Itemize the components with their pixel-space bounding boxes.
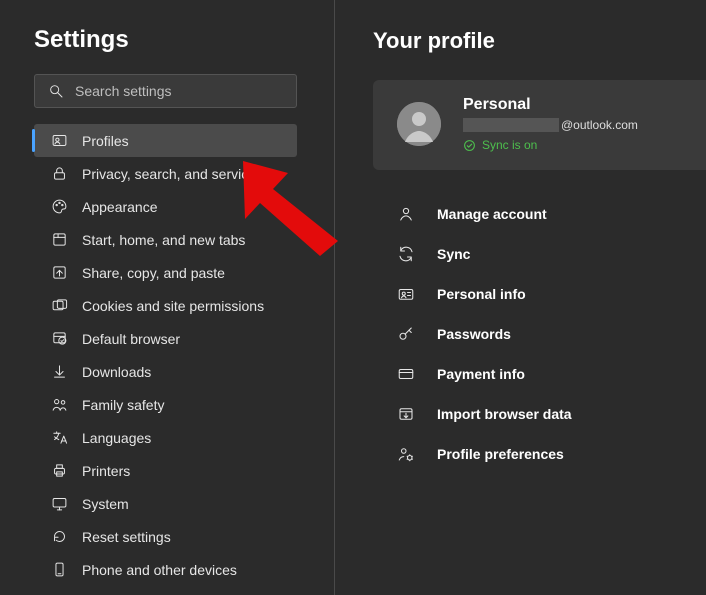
sidebar-item-privacy[interactable]: Privacy, search, and services bbox=[34, 157, 297, 190]
action-label: Profile preferences bbox=[437, 446, 564, 462]
avatar bbox=[397, 102, 441, 146]
profile-name: Personal bbox=[463, 96, 638, 114]
sidebar-item-label: Default browser bbox=[82, 331, 180, 347]
action-passwords[interactable]: Passwords bbox=[397, 314, 706, 354]
system-icon bbox=[50, 495, 68, 513]
action-manage-account[interactable]: Manage account bbox=[397, 194, 706, 234]
action-label: Manage account bbox=[437, 206, 547, 222]
profile-email: @outlook.com bbox=[463, 118, 638, 132]
sidebar-item-label: Appearance bbox=[82, 199, 158, 215]
sidebar-item-languages[interactable]: Languages bbox=[34, 421, 297, 454]
profile-card: Personal @outlook.com Sync is on bbox=[373, 80, 706, 170]
sidebar-item-label: System bbox=[82, 496, 129, 512]
sidebar-item-label: Reset settings bbox=[82, 529, 171, 545]
id-card-icon bbox=[397, 285, 415, 303]
default-browser-icon bbox=[50, 330, 68, 348]
lock-icon bbox=[50, 165, 68, 183]
sidebar-item-profiles[interactable]: Profiles bbox=[34, 124, 297, 157]
action-label: Import browser data bbox=[437, 406, 572, 422]
action-import-browser-data[interactable]: Import browser data bbox=[397, 394, 706, 434]
search-input[interactable] bbox=[34, 74, 297, 108]
sidebar-item-label: Profiles bbox=[82, 133, 129, 149]
sidebar-item-phone[interactable]: Phone and other devices bbox=[34, 553, 297, 586]
sidebar-item-reset[interactable]: Reset settings bbox=[34, 520, 297, 553]
redacted-email-local bbox=[463, 118, 559, 132]
appearance-icon bbox=[50, 198, 68, 216]
sidebar-item-label: Printers bbox=[82, 463, 130, 479]
action-personal-info[interactable]: Personal info bbox=[397, 274, 706, 314]
sidebar-item-appearance[interactable]: Appearance bbox=[34, 190, 297, 223]
settings-sidebar: Settings Profiles Privacy, search, and s… bbox=[0, 0, 335, 595]
sync-status: Sync is on bbox=[463, 138, 638, 152]
sidebar-item-label: Languages bbox=[82, 430, 151, 446]
sidebar-item-label: Share, copy, and paste bbox=[82, 265, 225, 281]
sidebar-item-printers[interactable]: Printers bbox=[34, 454, 297, 487]
cookies-icon bbox=[50, 297, 68, 315]
sidebar-item-start-home[interactable]: Start, home, and new tabs bbox=[34, 223, 297, 256]
sync-icon bbox=[397, 245, 415, 263]
action-payment-info[interactable]: Payment info bbox=[397, 354, 706, 394]
sidebar-item-system[interactable]: System bbox=[34, 487, 297, 520]
action-label: Payment info bbox=[437, 366, 525, 382]
profile-info: Personal @outlook.com Sync is on bbox=[463, 96, 638, 152]
languages-icon bbox=[50, 429, 68, 447]
person-icon bbox=[397, 205, 415, 223]
sidebar-nav: Profiles Privacy, search, and services A… bbox=[34, 124, 320, 595]
start-home-icon bbox=[50, 231, 68, 249]
sidebar-item-label: Phone and other devices bbox=[82, 562, 237, 578]
sidebar-item-default-browser[interactable]: Default browser bbox=[34, 322, 297, 355]
profiles-icon bbox=[50, 132, 68, 150]
action-profile-preferences[interactable]: Profile preferences bbox=[397, 434, 706, 474]
profile-actions: Manage account Sync Personal info Passwo… bbox=[397, 194, 706, 474]
sidebar-item-label: Downloads bbox=[82, 364, 151, 380]
reset-icon bbox=[50, 528, 68, 546]
sidebar-item-label: Cookies and site permissions bbox=[82, 298, 264, 314]
search-wrap bbox=[34, 74, 297, 108]
sync-check-icon bbox=[463, 139, 476, 152]
family-icon bbox=[50, 396, 68, 414]
main-panel: Your profile Personal @outlook.com bbox=[335, 0, 706, 595]
key-icon bbox=[397, 325, 415, 343]
action-label: Sync bbox=[437, 246, 470, 262]
phone-icon bbox=[50, 561, 68, 579]
sidebar-item-family[interactable]: Family safety bbox=[34, 388, 297, 421]
credit-card-icon bbox=[397, 365, 415, 383]
sidebar-item-about[interactable]: About Microsoft Edge bbox=[34, 586, 297, 595]
sync-status-text: Sync is on bbox=[482, 138, 537, 152]
sidebar-item-cookies[interactable]: Cookies and site permissions bbox=[34, 289, 297, 322]
sidebar-item-label: Start, home, and new tabs bbox=[82, 232, 245, 248]
sidebar-item-downloads[interactable]: Downloads bbox=[34, 355, 297, 388]
action-label: Personal info bbox=[437, 286, 526, 302]
action-sync[interactable]: Sync bbox=[397, 234, 706, 274]
downloads-icon bbox=[50, 363, 68, 381]
profile-gear-icon bbox=[397, 445, 415, 463]
import-icon bbox=[397, 405, 415, 423]
email-domain: @outlook.com bbox=[561, 118, 638, 132]
sidebar-item-label: Privacy, search, and services bbox=[82, 166, 263, 182]
share-icon bbox=[50, 264, 68, 282]
sidebar-item-label: Family safety bbox=[82, 397, 164, 413]
action-label: Passwords bbox=[437, 326, 511, 342]
page-title: Settings bbox=[34, 26, 320, 54]
printers-icon bbox=[50, 462, 68, 480]
main-title: Your profile bbox=[373, 28, 706, 54]
sidebar-item-share[interactable]: Share, copy, and paste bbox=[34, 256, 297, 289]
